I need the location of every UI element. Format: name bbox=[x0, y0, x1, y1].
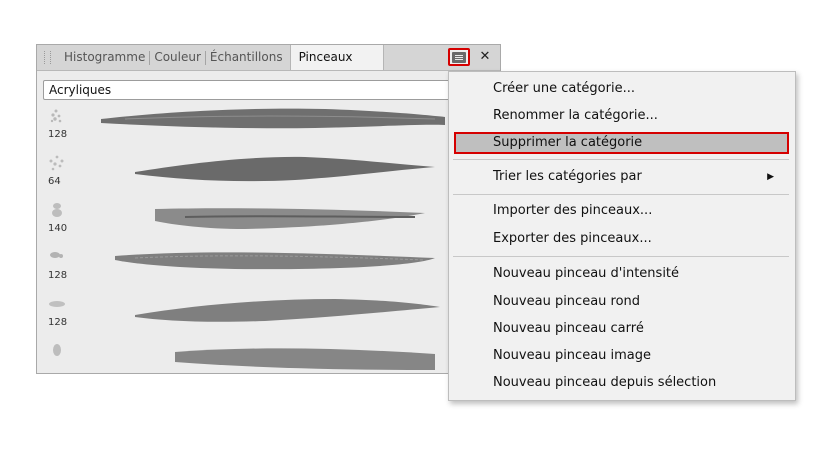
panel-tabs: Histogramme Couleur Échantillons Pinceau… bbox=[61, 45, 384, 70]
menu-item-rename-category[interactable]: Renommer la catégorie... bbox=[450, 103, 794, 129]
menu-item-export-brushes[interactable]: Exporter des pinceaux... bbox=[450, 226, 794, 252]
brush-size-label: 140 bbox=[48, 223, 68, 234]
tab-separator bbox=[149, 50, 151, 65]
menu-item-new-round-brush[interactable]: Nouveau pinceau rond bbox=[450, 289, 794, 315]
menu-item-sort-categories[interactable]: Trier les catégories par ▶ bbox=[450, 164, 794, 190]
menu-item-delete-category[interactable]: Supprimer la catégorie bbox=[454, 132, 789, 154]
brush-thumbnail bbox=[53, 344, 61, 356]
menu-item-import-brushes[interactable]: Importer des pinceaux... bbox=[450, 198, 794, 224]
brush-thumbnail bbox=[52, 203, 62, 217]
brush-item[interactable]: 64 bbox=[37, 152, 447, 199]
menu-separator bbox=[453, 159, 789, 160]
brush-stroke-preview bbox=[101, 108, 445, 129]
panel-tab-bar: Histogramme Couleur Échantillons Pinceau… bbox=[37, 45, 500, 71]
brush-item[interactable]: 128 bbox=[37, 246, 447, 293]
hamburger-menu-icon bbox=[452, 51, 466, 63]
category-select[interactable]: Acryliques bbox=[43, 80, 483, 100]
menu-item-new-square-brush[interactable]: Nouveau pinceau carré bbox=[450, 316, 794, 342]
brush-list: 128 64 140 128 128 bbox=[37, 105, 447, 373]
brush-stroke-preview bbox=[135, 156, 435, 182]
panel-menu-button[interactable] bbox=[448, 48, 470, 66]
menu-item-new-intensity-brush[interactable]: Nouveau pinceau d'intensité bbox=[450, 261, 794, 287]
tab-echantillons[interactable]: Échantillons bbox=[207, 45, 286, 70]
brush-item[interactable]: 140 bbox=[37, 199, 447, 246]
tab-couleur[interactable]: Couleur bbox=[151, 45, 204, 70]
brush-stroke-preview bbox=[115, 252, 435, 270]
brush-thumbnail bbox=[50, 109, 62, 123]
brush-item[interactable] bbox=[37, 340, 447, 373]
brush-size-label: 128 bbox=[48, 317, 68, 328]
triangle-right-icon: ▶ bbox=[767, 172, 774, 182]
brush-item[interactable]: 128 bbox=[37, 293, 447, 340]
close-icon[interactable]: ✕ bbox=[477, 48, 493, 66]
brush-size-label: 128 bbox=[48, 129, 68, 140]
brush-size-label: 128 bbox=[48, 270, 68, 281]
brush-thumbnail bbox=[50, 252, 63, 258]
panel-context-menu: Créer une catégorie... Renommer la catég… bbox=[448, 71, 796, 401]
menu-item-create-category[interactable]: Créer une catégorie... bbox=[450, 76, 794, 102]
brush-item[interactable]: 128 bbox=[37, 105, 447, 152]
brush-stroke-preview bbox=[135, 299, 440, 322]
brush-stroke-preview bbox=[155, 208, 425, 229]
menu-item-new-image-brush[interactable]: Nouveau pinceau image bbox=[450, 343, 794, 369]
brushes-panel: Histogramme Couleur Échantillons Pinceau… bbox=[36, 44, 501, 374]
tab-separator bbox=[204, 50, 206, 65]
menu-separator bbox=[453, 256, 789, 257]
brush-size-label: 64 bbox=[48, 176, 61, 187]
drag-grip-icon[interactable] bbox=[44, 51, 51, 64]
brush-thumbnail bbox=[49, 301, 65, 307]
brush-stroke-preview bbox=[175, 348, 435, 370]
menu-separator bbox=[453, 194, 789, 195]
tab-pinceaux[interactable]: Pinceaux bbox=[289, 45, 384, 70]
menu-item-label: Trier les catégories par bbox=[493, 169, 642, 184]
menu-item-new-brush-from-selection[interactable]: Nouveau pinceau depuis sélection bbox=[450, 370, 794, 396]
tab-histogramme[interactable]: Histogramme bbox=[61, 45, 148, 70]
brush-thumbnail bbox=[49, 155, 64, 171]
